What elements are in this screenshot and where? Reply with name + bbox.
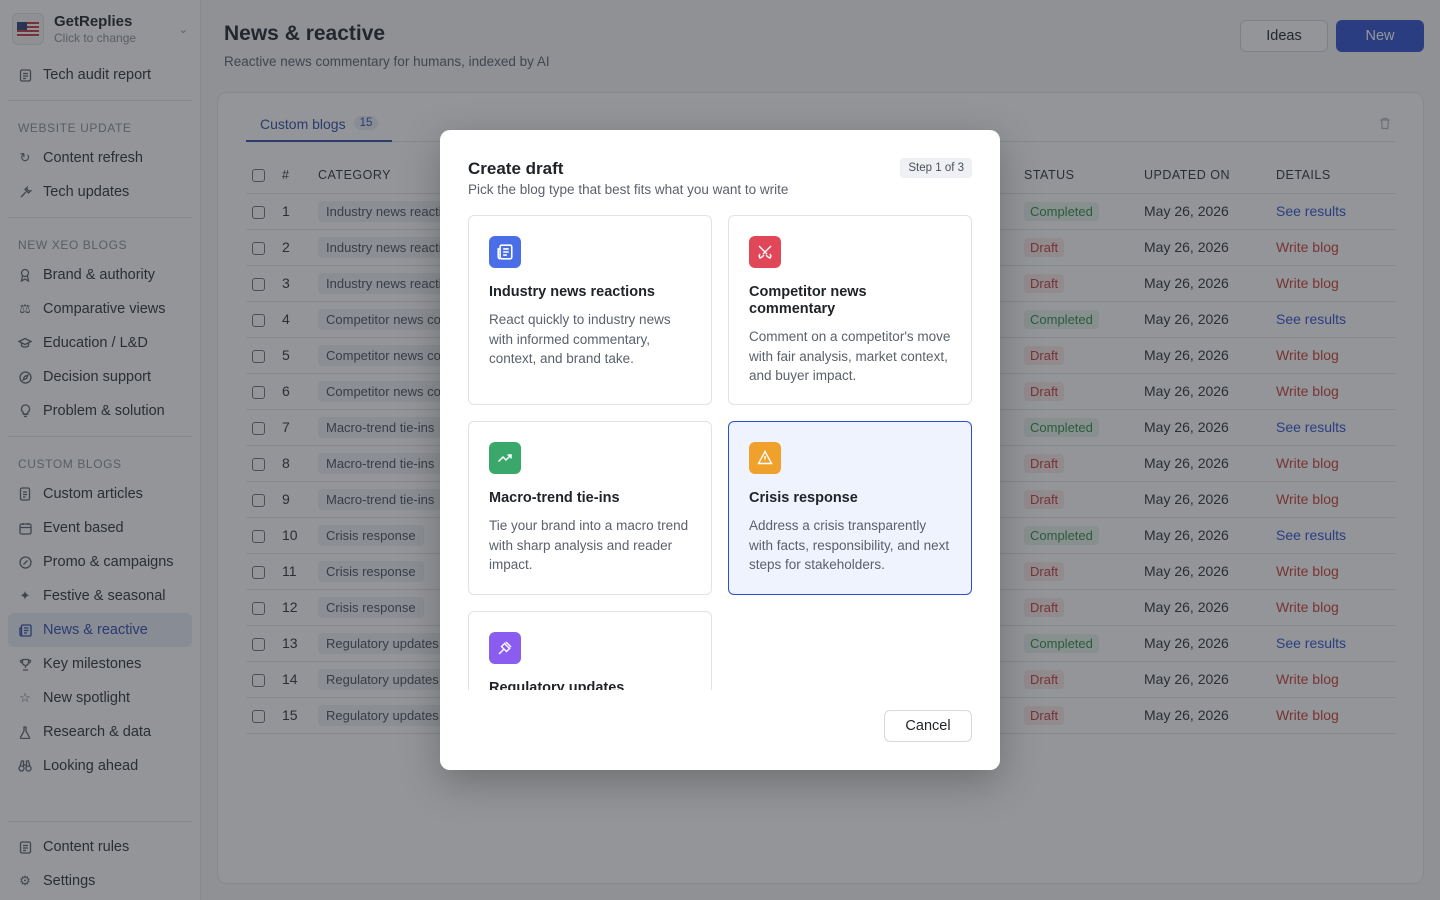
option-description: Address a crisis transparently with fact… bbox=[749, 518, 950, 572]
modal-subtitle: Pick the blog type that best fits what y… bbox=[468, 182, 789, 197]
option-macro-trend-tie-ins[interactable]: Macro-trend tie-ins Tie your brand into … bbox=[468, 421, 712, 595]
blog-type-options: Industry news reactions React quickly to… bbox=[468, 215, 972, 690]
option-title: Crisis response bbox=[749, 490, 858, 506]
option-title: Competitor news commentary bbox=[749, 284, 867, 317]
modal-title: Create draft bbox=[468, 159, 564, 178]
option-industry-news-reactions[interactable]: Industry news reactions React quickly to… bbox=[468, 215, 712, 405]
swords-icon bbox=[749, 236, 781, 268]
gavel-icon bbox=[489, 632, 521, 664]
option-title: Industry news reactions bbox=[489, 284, 655, 300]
option-regulatory-updates[interactable]: Regulatory updates bbox=[468, 611, 712, 690]
step-badge: Step 1 of 3 bbox=[900, 158, 972, 178]
cancel-button[interactable]: Cancel bbox=[884, 710, 972, 742]
option-crisis-response[interactable]: Crisis response Address a crisis transpa… bbox=[728, 421, 972, 595]
option-title: Macro-trend tie-ins bbox=[489, 490, 620, 506]
option-title: Regulatory updates bbox=[489, 680, 625, 690]
option-competitor-news-commentary[interactable]: Competitor news commentary Comment on a … bbox=[728, 215, 972, 405]
option-description: Comment on a competitor's move with fair… bbox=[749, 329, 951, 383]
warning-icon bbox=[749, 442, 781, 474]
newspaper-icon bbox=[489, 236, 521, 268]
option-description: Tie your brand into a macro trend with s… bbox=[489, 518, 689, 572]
trending-up-icon bbox=[489, 442, 521, 474]
option-description: React quickly to industry news with info… bbox=[489, 312, 671, 366]
create-draft-modal: Create draft Pick the blog type that bes… bbox=[440, 130, 1000, 770]
